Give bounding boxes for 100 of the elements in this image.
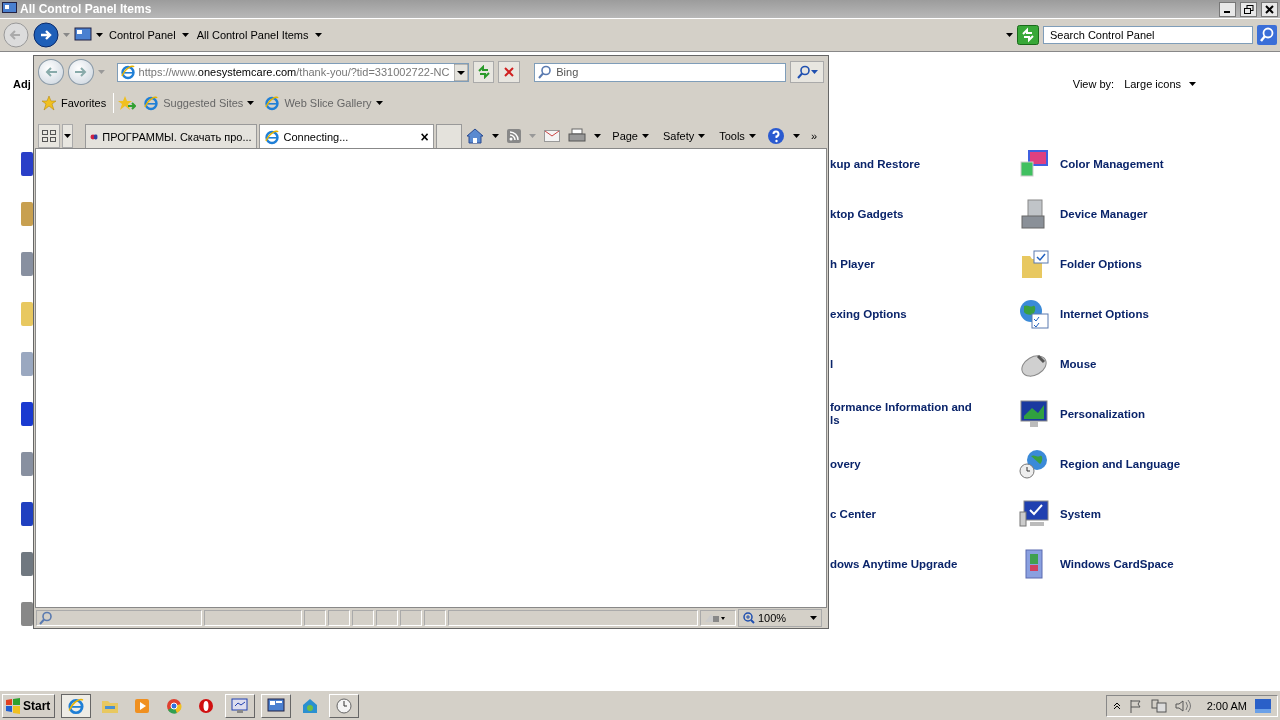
- security-icon[interactable]: [703, 612, 725, 624]
- caret-icon: [181, 33, 189, 37]
- caret-icon: [642, 134, 649, 138]
- control-panel-item[interactable]: overy: [830, 458, 1018, 470]
- chrome-icon: [166, 697, 183, 714]
- status-bar-panel: [304, 610, 326, 626]
- view-by-label: View by:: [1072, 78, 1115, 90]
- control-panel-item[interactable]: c Center: [830, 508, 1018, 520]
- control-panel-item[interactable]: l: [830, 358, 1018, 370]
- more-button[interactable]: »: [807, 130, 820, 142]
- caret-icon: [810, 616, 817, 620]
- printer-icon[interactable]: [568, 128, 587, 144]
- caret-icon: [63, 33, 70, 37]
- start-button[interactable]: Start: [2, 693, 56, 718]
- caret-icon: [792, 134, 800, 138]
- close-icon: [503, 66, 516, 78]
- control-panel-item[interactable]: dows Anytime Upgrade: [830, 558, 1018, 570]
- control-panel-item[interactable]: Personalization: [1060, 408, 1280, 420]
- status-bar-panel: [376, 610, 398, 626]
- ie-icon: [263, 128, 280, 145]
- grid-icon: [41, 130, 56, 142]
- play-icon: [134, 697, 151, 714]
- mail-icon[interactable]: [544, 130, 561, 142]
- control-panel-item[interactable]: formance Information and ls: [830, 401, 1018, 427]
- control-panel-item[interactable]: ktop Gadgets: [830, 208, 1018, 220]
- quick-tabs-button[interactable]: [38, 124, 60, 148]
- control-panel-item[interactable]: kup and Restore: [830, 158, 1018, 170]
- search-icon: [39, 611, 53, 625]
- clock-icon: [336, 697, 353, 714]
- search-icon: [796, 65, 811, 79]
- control-panel-item[interactable]: Internet Options: [1060, 308, 1280, 320]
- zoom-button[interactable]: 100%: [738, 609, 822, 627]
- favorites-link[interactable]: Web Slice Gallery: [261, 95, 386, 111]
- taskbar-button[interactable]: [61, 693, 92, 718]
- monitor-icon: [231, 697, 250, 714]
- status-bar-panel: [424, 610, 446, 626]
- internet-icon: [1018, 298, 1050, 330]
- help-icon[interactable]: [766, 127, 785, 145]
- caret-icon: [594, 134, 602, 138]
- command-menu[interactable]: Safety: [660, 130, 709, 142]
- address-field[interactable]: https://www.onesystemcare.com/thank-you/?tid=331002722-NC: [116, 62, 469, 82]
- minimize-button[interactable]: [1219, 1, 1236, 17]
- control-panel-item[interactable]: h Player: [830, 258, 1018, 270]
- home-icon[interactable]: [466, 128, 485, 144]
- caret-icon: [698, 134, 706, 138]
- ie-icon: [67, 696, 86, 715]
- star-icon: [41, 95, 57, 111]
- zoom-icon: [743, 612, 755, 624]
- status-bar-panel: [328, 610, 350, 626]
- favorites-link[interactable]: Suggested Sites: [140, 95, 258, 111]
- command-menu[interactable]: Tools: [716, 130, 759, 142]
- control-panel-item[interactable]: Windows CardSpace: [1060, 558, 1280, 570]
- search-button[interactable]: [790, 61, 824, 83]
- caret-icon: [492, 134, 500, 138]
- tab-list-button[interactable]: [61, 124, 74, 148]
- breadcrumb[interactable]: Control Panel: [107, 29, 191, 41]
- control-panel-item[interactable]: exing Options: [830, 308, 1018, 320]
- caret-icon: [96, 33, 103, 37]
- home-icon: [302, 697, 319, 714]
- restore-icon: [1243, 4, 1254, 14]
- close-icon: [1265, 4, 1274, 14]
- window-title: All Control Panel Items: [20, 2, 153, 16]
- search-button[interactable]: [1257, 25, 1277, 45]
- view-by-dropdown[interactable]: Large icons: [1124, 78, 1196, 90]
- search-field[interactable]: Search Control Panel: [1043, 26, 1253, 44]
- control-panel-item[interactable]: Color Management: [1060, 158, 1280, 170]
- favorites-button[interactable]: Favorites: [38, 95, 110, 111]
- arrow-left-icon: [43, 66, 58, 78]
- browser-tab[interactable]: ПРОГРАММЫ. Скачать про...: [85, 124, 257, 148]
- refresh-button[interactable]: [1017, 25, 1039, 45]
- forward-button[interactable]: [33, 22, 59, 48]
- clock: 2:00 AM: [1206, 699, 1247, 712]
- control-panel-item[interactable]: Folder Options: [1060, 258, 1280, 270]
- control-panel-item[interactable]: System: [1060, 508, 1280, 520]
- network-icon: [1150, 698, 1167, 713]
- close-button[interactable]: [1261, 1, 1278, 17]
- ie-icon: [264, 95, 281, 111]
- caret-icon: [64, 134, 72, 138]
- windows-logo-icon: [5, 697, 21, 714]
- flag-icon: [1128, 698, 1143, 713]
- show-desktop-icon[interactable]: [1255, 698, 1271, 713]
- stop-button[interactable]: [498, 61, 521, 83]
- caret-icon: [748, 134, 756, 138]
- rss-icon[interactable]: [507, 129, 522, 143]
- caret-icon: [247, 101, 255, 105]
- caret-icon: [314, 33, 322, 37]
- browser-tab[interactable]: Connecting... ×: [258, 124, 434, 148]
- back-button[interactable]: [38, 59, 64, 85]
- ie-icon: [119, 64, 136, 80]
- restore-button[interactable]: [1240, 1, 1257, 17]
- caret-icon: [375, 101, 383, 105]
- control-panel-item[interactable]: Device Manager: [1060, 208, 1280, 220]
- status-bar-panel: [400, 610, 422, 626]
- dropdown-button[interactable]: [453, 63, 468, 81]
- command-menu[interactable]: Page: [609, 130, 652, 142]
- close-tab-button[interactable]: ×: [420, 128, 429, 145]
- breadcrumb[interactable]: All Control Panel Items: [194, 29, 324, 41]
- control-panel-item[interactable]: Region and Language: [1060, 458, 1280, 470]
- search-field[interactable]: Bing: [534, 62, 787, 82]
- control-panel-item[interactable]: Mouse: [1060, 358, 1280, 370]
